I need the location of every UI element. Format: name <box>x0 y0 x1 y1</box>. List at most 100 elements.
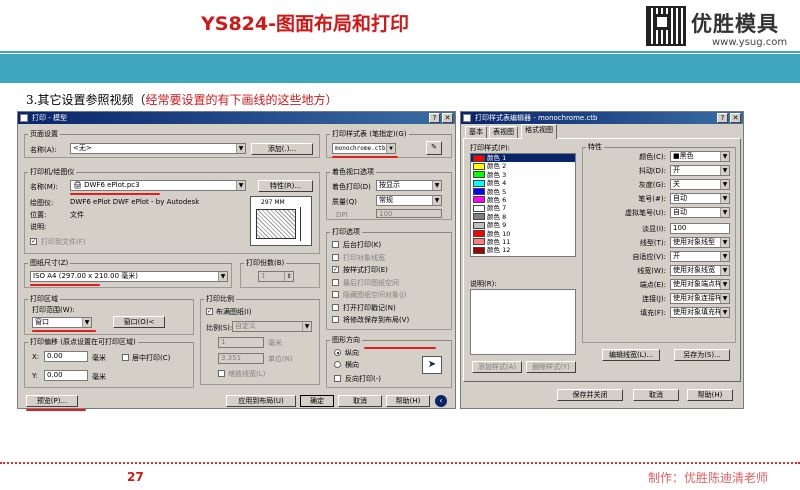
preview-button[interactable]: 预览(P)... <box>26 395 78 407</box>
plot-range-select[interactable]: 窗口 ▼ <box>32 317 92 328</box>
property-label: 淡显(I): <box>642 225 666 233</box>
plot-dialog-title: 打印 - 模型 <box>32 114 67 122</box>
plot-style-name: 颜色 8 <box>487 212 507 221</box>
portrait-radio[interactable] <box>334 349 341 356</box>
property-select[interactable]: 使用对象填充样式 ▼ <box>670 307 730 318</box>
shade-plot-select[interactable]: 按显示 ▼ <box>376 180 442 191</box>
close-icon[interactable]: ✕ <box>442 113 453 123</box>
quality-select[interactable]: 常规 ▼ <box>376 195 442 206</box>
fit-to-paper-label: 布满图纸(I) <box>216 308 252 316</box>
property-select[interactable]: 关 ▼ <box>670 179 730 190</box>
editor-description-label: 说明(R): <box>470 280 497 288</box>
plot-style-item[interactable]: 颜色 4 <box>471 179 575 187</box>
property-select[interactable]: 使用对象连接样式 ▼ <box>670 293 730 304</box>
color-swatch <box>473 246 485 254</box>
tab-table-view[interactable]: 表视图 <box>489 126 518 138</box>
footer-divider <box>0 462 800 464</box>
offset-y-input[interactable]: 0.00 <box>44 370 88 381</box>
add-style-button[interactable]: 添加样式(A) <box>472 361 522 373</box>
property-value: 使用对象线型 <box>673 238 715 246</box>
plot-style-item[interactable]: 颜色 3 <box>471 171 575 179</box>
help-icon[interactable]: ? <box>717 113 728 123</box>
delete-style-button[interactable]: 删除样式(Y) <box>526 361 576 373</box>
editor-cancel-button[interactable]: 取消 <box>633 389 679 401</box>
cancel-button[interactable]: 取消 <box>338 395 382 407</box>
plot-style-select[interactable]: monochrome.ctb ▼ <box>332 143 396 154</box>
scale-select[interactable]: 自定义 ▼ <box>232 321 312 332</box>
copies-spinner[interactable]: 1 ⇕ <box>258 271 294 282</box>
copies-value: 1 <box>261 272 266 280</box>
center-plot-checkbox[interactable] <box>122 354 129 361</box>
property-value: 自动 <box>673 208 687 216</box>
property-select[interactable]: 100 <box>670 223 730 234</box>
property-select[interactable]: 自动 ▼ <box>670 193 730 204</box>
location-label: 位置: <box>30 211 47 219</box>
tab-basic[interactable]: 基本 <box>465 126 487 138</box>
help-button[interactable]: 帮助(H) <box>386 395 430 407</box>
page-setup-select[interactable]: <无> ▼ <box>70 143 246 154</box>
add-page-setup-button[interactable]: 添加(.)... <box>251 143 313 155</box>
scale-lineweights-checkbox[interactable] <box>218 370 225 377</box>
plot-option-checkbox[interactable] <box>332 253 339 261</box>
chevron-down-icon: ▼ <box>720 280 729 289</box>
dpi-input[interactable]: 100 <box>376 209 442 218</box>
plot-style-item[interactable]: 颜色 10 <box>471 230 575 238</box>
apply-to-layout-button[interactable]: 应用到布局(U) <box>226 395 296 407</box>
plot-option-checkbox[interactable] <box>332 316 339 323</box>
plot-option-label: 后台打印(K) <box>343 241 382 249</box>
property-select[interactable]: 使用对象线宽 ▼ <box>670 265 730 276</box>
collapse-arrow-icon[interactable]: ‹ <box>435 395 447 407</box>
plot-style-item[interactable]: 颜色 2 <box>471 162 575 170</box>
edit-pen-icon[interactable]: ✎ <box>426 141 442 155</box>
editor-description-input[interactable] <box>470 289 576 355</box>
property-select[interactable]: 自动 ▼ <box>670 207 730 218</box>
page-number: 27 <box>127 470 144 484</box>
orientation-label: 图形方向 <box>330 335 362 345</box>
property-select[interactable]: 开 ▼ <box>670 165 730 176</box>
portrait-label: 纵向 <box>345 349 359 357</box>
property-select[interactable]: 开 ▼ <box>670 251 730 262</box>
app-icon <box>20 114 28 122</box>
paper-size-select[interactable]: ISO A4 (297.00 x 210.00 毫米) ▼ <box>30 271 228 282</box>
ok-button[interactable]: 确定 <box>300 395 334 407</box>
spinner-icon: ⇕ <box>284 272 293 281</box>
edit-lineweights-button[interactable]: 编辑线宽(L)... <box>602 349 660 361</box>
close-icon[interactable]: ✕ <box>730 113 741 123</box>
copies-label: 打印份数(B) <box>244 258 287 268</box>
save-as-button[interactable]: 另存为(S)... <box>674 349 730 361</box>
color-swatch <box>473 179 485 187</box>
plot-option-checkbox[interactable] <box>332 303 339 311</box>
plot-option-checkbox[interactable] <box>332 241 339 248</box>
window-pick-button[interactable]: 窗口(O)< <box>113 316 165 328</box>
help-icon[interactable]: ? <box>429 113 440 123</box>
plot-style-item[interactable]: 颜色 8 <box>471 213 575 221</box>
plot-option-checkbox[interactable] <box>332 278 339 286</box>
plot-style-item[interactable]: 颜色 5 <box>471 188 575 196</box>
chevron-down-icon: ▼ <box>720 252 729 261</box>
plot-style-item[interactable]: 颜色 9 <box>471 221 575 229</box>
plot-option-checkbox[interactable] <box>332 291 339 298</box>
property-select[interactable]: 使用对象端点样式 ▼ <box>670 279 730 290</box>
printer-properties-button[interactable]: 特性(R)... <box>258 180 313 192</box>
plot-style-item[interactable]: 颜色 7 <box>471 204 575 212</box>
plot-style-item[interactable]: 颜色 12 <box>471 246 575 254</box>
page-setup-label: 页面设置 <box>28 129 60 139</box>
offset-x-label: X: <box>32 353 40 361</box>
plot-option-checkbox[interactable]: ✓ <box>332 266 339 273</box>
property-select[interactable]: ■黑色 ▼ <box>670 151 730 162</box>
location-value: 文件 <box>70 211 84 219</box>
fit-to-paper-checkbox[interactable]: ✓ <box>206 308 213 315</box>
tab-form-view[interactable]: 格式视图 <box>521 124 557 139</box>
plot-style-name: 颜色 7 <box>487 204 507 213</box>
printer-select[interactable]: 🖨 DWF6 ePlot.pc3 ▼ <box>70 180 246 191</box>
upside-down-checkbox[interactable] <box>334 375 341 382</box>
offset-x-input[interactable]: 0.00 <box>44 351 88 362</box>
scale-value-2[interactable]: 3.351 <box>218 353 264 364</box>
plot-styles-list[interactable]: 颜色 1 颜色 2 颜色 3 颜色 4 颜色 5 颜色 6 颜色 7 颜色 8 颜色 9 颜色 1… <box>470 153 576 257</box>
save-close-button[interactable]: 保存并关闭 <box>557 389 623 401</box>
property-select[interactable]: 使用对象线型 ▼ <box>670 237 730 248</box>
scale-value-1[interactable]: 1 <box>218 337 264 348</box>
plot-to-file-checkbox[interactable]: ✓ <box>30 238 37 245</box>
editor-help-button[interactable]: 帮助(H) <box>687 389 733 401</box>
landscape-radio[interactable] <box>334 361 341 368</box>
